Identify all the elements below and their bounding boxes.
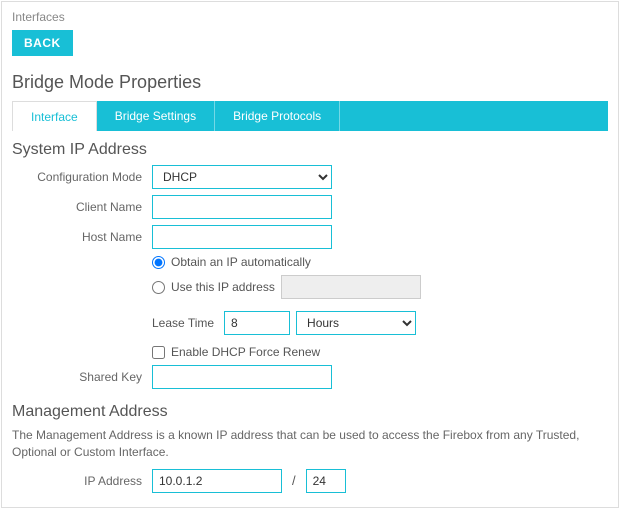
use-ip-input xyxy=(281,275,421,299)
lease-time-label: Lease Time xyxy=(152,316,214,330)
radio-use-ip-label: Use this IP address xyxy=(171,280,275,294)
client-name-label: Client Name xyxy=(12,200,152,214)
shared-key-label: Shared Key xyxy=(12,370,152,384)
system-ip-title: System IP Address xyxy=(12,141,608,159)
breadcrumb: Interfaces xyxy=(12,10,608,24)
tab-bridge-protocols[interactable]: Bridge Protocols xyxy=(215,101,340,131)
lease-time-input[interactable] xyxy=(224,311,290,335)
tabs: Interface Bridge Settings Bridge Protoco… xyxy=(12,101,608,131)
shared-key-input[interactable] xyxy=(152,365,332,389)
panel: Interfaces BACK Bridge Mode Properties I… xyxy=(1,1,619,508)
mgmt-ip-input[interactable] xyxy=(152,469,282,493)
host-name-input[interactable] xyxy=(152,225,332,249)
back-button[interactable]: BACK xyxy=(12,30,73,56)
host-name-label: Host Name xyxy=(12,230,152,244)
radio-auto-ip-label: Obtain an IP automatically xyxy=(171,255,311,269)
ip-mask-separator: / xyxy=(292,473,296,488)
force-renew-label: Enable DHCP Force Renew xyxy=(171,345,320,359)
mgmt-hint: The Management Address is a known IP add… xyxy=(12,427,608,461)
mgmt-ip-label: IP Address xyxy=(12,474,152,488)
tab-bridge-settings[interactable]: Bridge Settings xyxy=(97,101,215,131)
force-renew-checkbox[interactable] xyxy=(152,346,165,359)
tab-interface[interactable]: Interface xyxy=(12,101,97,131)
lease-unit-select[interactable]: Hours xyxy=(296,311,416,335)
mgmt-title: Management Address xyxy=(12,403,608,421)
mgmt-mask-input[interactable] xyxy=(306,469,346,493)
config-mode-label: Configuration Mode xyxy=(12,170,152,184)
radio-use-ip[interactable] xyxy=(152,281,165,294)
client-name-input[interactable] xyxy=(152,195,332,219)
radio-auto-ip[interactable] xyxy=(152,256,165,269)
page-title: Bridge Mode Properties xyxy=(12,72,608,93)
config-mode-select[interactable]: DHCP xyxy=(152,165,332,189)
